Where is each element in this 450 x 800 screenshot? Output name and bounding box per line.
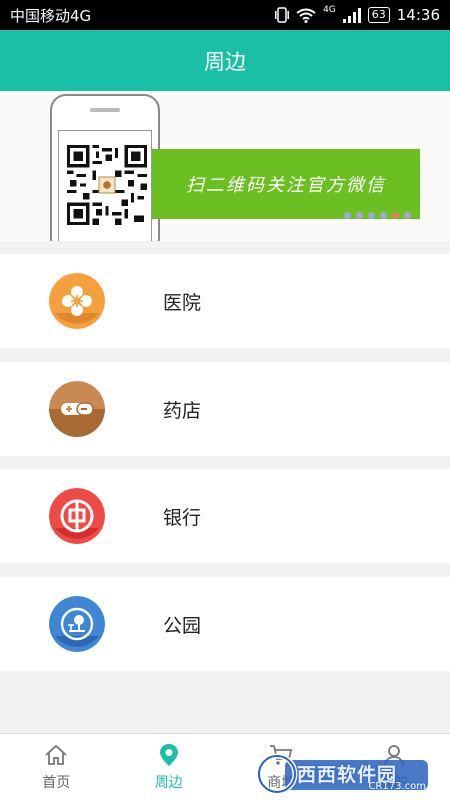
clock-label: 14:36: [396, 6, 440, 24]
carousel-dot-active[interactable]: [392, 212, 399, 219]
category-label: 银行: [163, 506, 202, 529]
bank-icon: [49, 488, 105, 544]
banner-slogan: 扫二维码关注官方微信: [186, 175, 386, 196]
battery-indicator: 63: [367, 7, 390, 23]
pill-icon: [49, 381, 105, 437]
phone-speaker: [90, 108, 120, 112]
location-pin-icon: [159, 744, 178, 766]
vibrate-icon: [275, 7, 290, 23]
network-label: 4G: [323, 5, 336, 15]
nav-tab-home[interactable]: 首页: [0, 734, 113, 800]
category-pharmacy[interactable]: 药店: [0, 362, 450, 456]
category-hospital[interactable]: 医院: [0, 254, 450, 348]
watermark-subtext: CR173.com: [368, 781, 426, 792]
signal-icon: [342, 7, 361, 23]
promo-banner[interactable]: 扫二维码关注官方微信: [0, 91, 450, 241]
nav-label: 周边: [154, 775, 183, 791]
phone-screen: [58, 130, 152, 241]
nav-label: 首页: [42, 775, 71, 791]
carrier-label: 中国移动4G: [10, 6, 92, 25]
carousel-dot[interactable]: [404, 212, 411, 219]
park-icon: [49, 596, 105, 652]
watermark: 西西软件园 CR173.com: [255, 752, 430, 794]
status-icons: 4G 63 14:36: [275, 5, 440, 24]
wifi-icon: [296, 8, 316, 23]
category-label: 医院: [163, 291, 202, 314]
carousel-dot[interactable]: [344, 212, 351, 219]
category-bank[interactable]: 银行: [0, 469, 450, 563]
nav-tab-nearby[interactable]: 周边: [113, 734, 226, 800]
hospital-icon: [49, 273, 105, 329]
carousel-dot[interactable]: [380, 212, 387, 219]
carousel-indicator: [344, 212, 411, 219]
page-title: 周边: [204, 49, 246, 74]
carousel-dot[interactable]: [368, 212, 375, 219]
category-label: 药店: [163, 399, 202, 422]
app-header: 周边: [0, 30, 450, 91]
phone-illustration: [50, 94, 160, 241]
qr-code-icon: [67, 145, 147, 225]
status-bar: 中国移动4G 4G 63 14:36: [0, 0, 450, 30]
carousel-dot[interactable]: [356, 212, 363, 219]
home-icon: [45, 744, 67, 765]
category-label: 公园: [163, 614, 202, 637]
slogan-panel: 扫二维码关注官方微信: [152, 149, 420, 219]
category-park[interactable]: 公园: [0, 577, 450, 671]
